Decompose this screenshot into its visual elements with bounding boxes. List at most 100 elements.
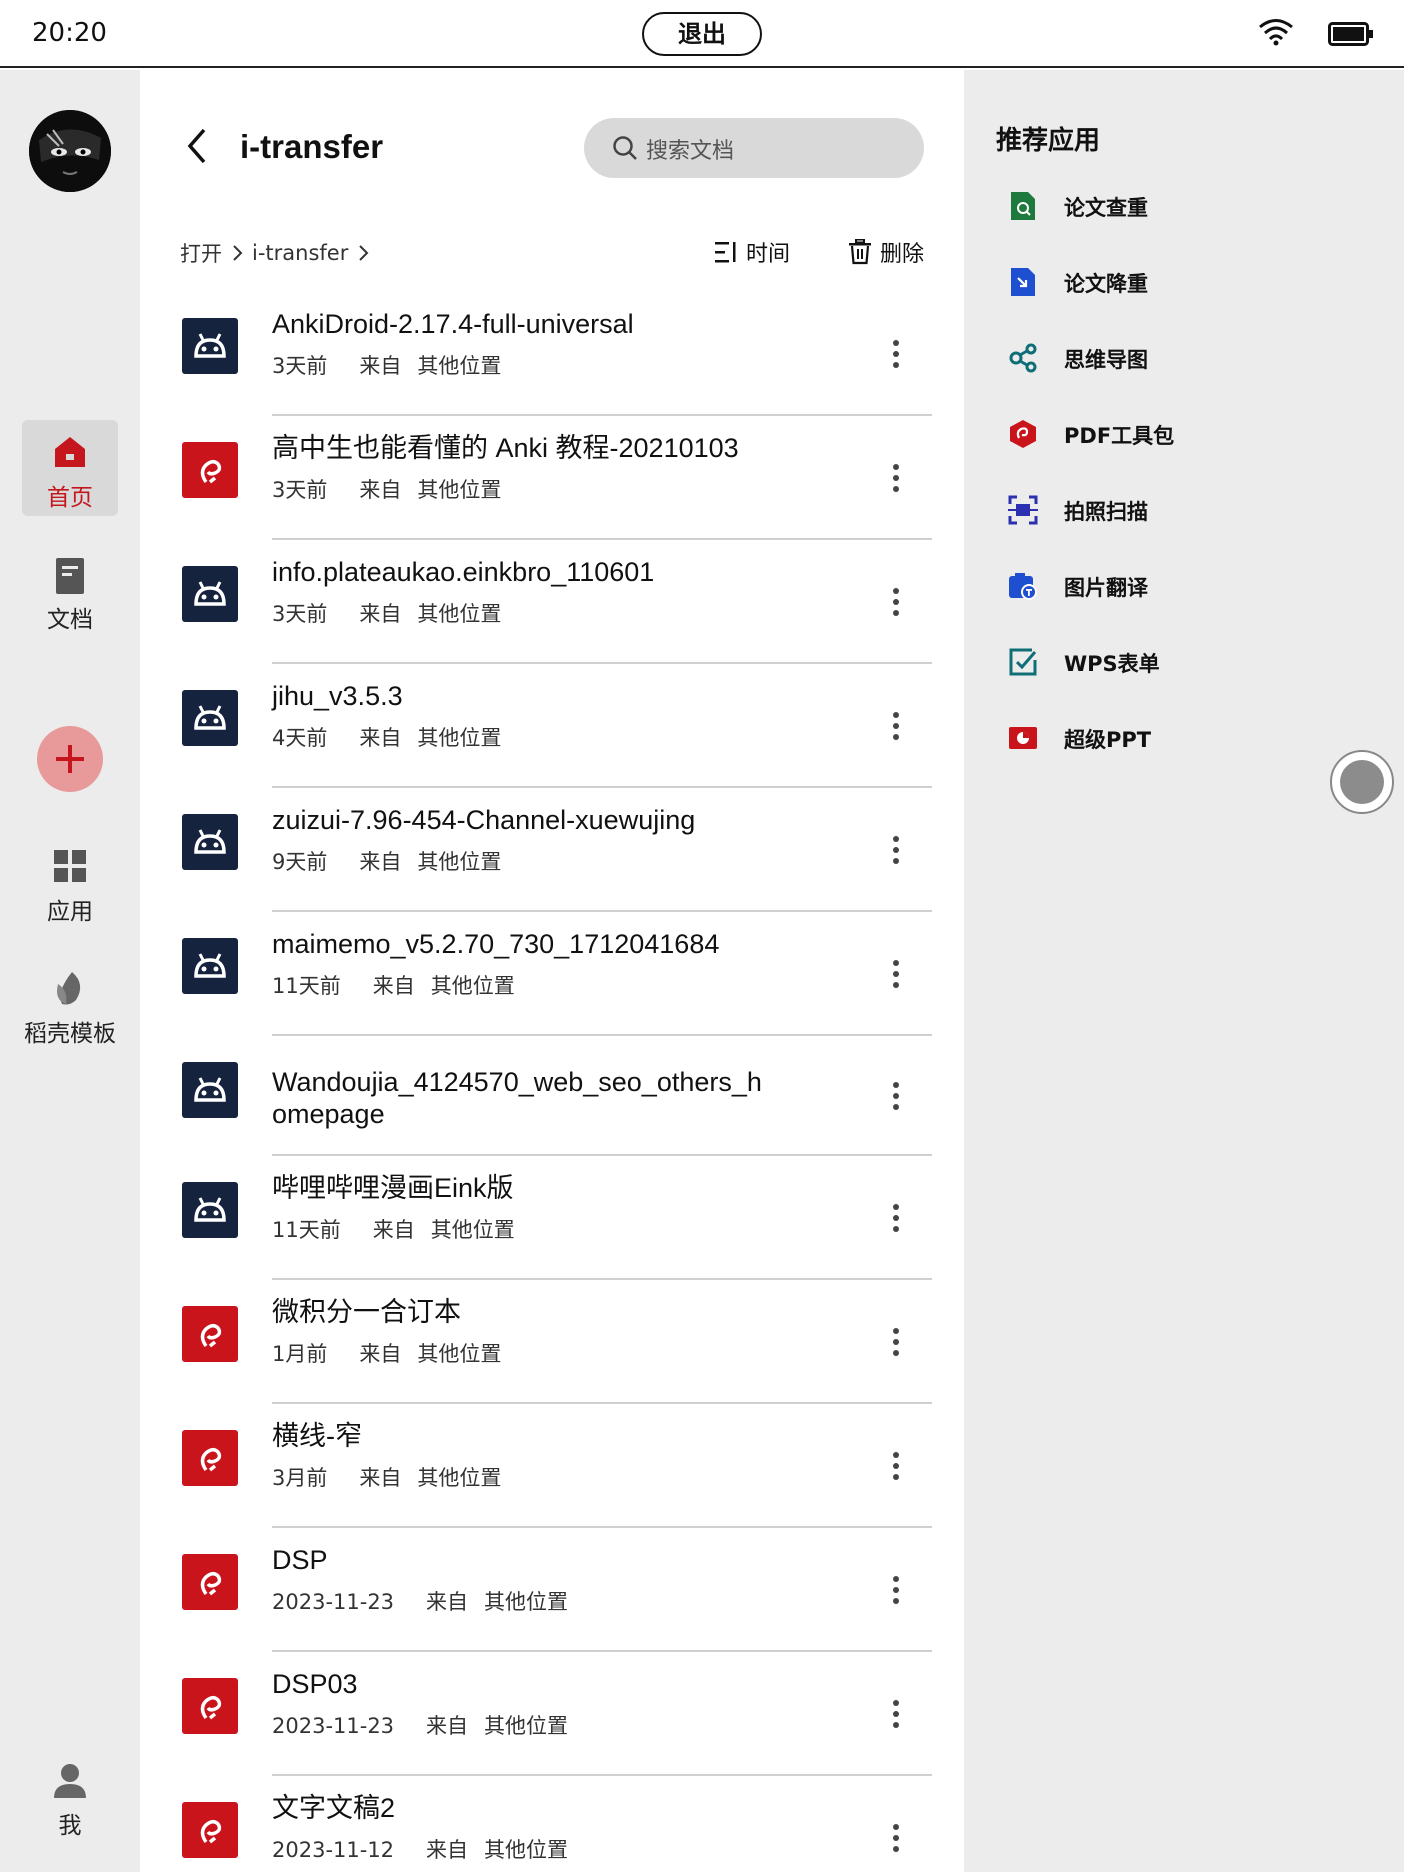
file-time: 2023-11-12 xyxy=(272,1838,395,1862)
app-image-translate[interactable]: 图片翻译 xyxy=(1008,564,1368,608)
chevron-right-icon xyxy=(359,245,369,261)
file-from-label: 来自 xyxy=(426,1714,469,1738)
app-pdf-toolkit-label: PDF工具包 xyxy=(1064,424,1175,448)
android-apk-icon xyxy=(182,690,238,746)
image-translate-icon xyxy=(1009,573,1037,600)
back-arrow-icon[interactable] xyxy=(182,126,212,166)
android-apk-icon xyxy=(182,1062,238,1118)
sort-time-button[interactable]: 时间 xyxy=(714,236,790,268)
file-from-label: 来自 xyxy=(372,974,415,998)
android-apk-icon xyxy=(182,566,238,622)
more-options-icon[interactable] xyxy=(884,1200,908,1236)
nav-templates-label: 稻壳模板 xyxy=(24,1021,116,1047)
file-row[interactable]: info.plateaukao.einkbro_110601 3天前 来自 其他位置 xyxy=(140,540,964,664)
nav-documents-label: 文档 xyxy=(47,607,93,633)
file-row[interactable]: 横线-窄 3月前 来自 其他位置 xyxy=(140,1404,964,1528)
file-from-label: 来自 xyxy=(359,1466,402,1490)
file-location: 其他位置 xyxy=(417,354,502,378)
android-apk-icon xyxy=(182,814,238,870)
more-options-icon[interactable] xyxy=(884,460,908,496)
delete-button[interactable]: 删除 xyxy=(848,236,924,268)
file-row[interactable]: zuizui-7.96-454-Channel-xuewujing 9天前 来自 其他… xyxy=(140,788,964,912)
app-mindmap[interactable]: 思维导图 xyxy=(1008,336,1368,380)
file-row[interactable]: Wandoujia_4124570_web_seo_others_h omepa… xyxy=(140,1036,964,1156)
file-row[interactable]: jihu_v3.5.3 4天前 来自 其他位置 xyxy=(140,664,964,788)
file-meta: 2023-11-12 来自 其他位置 xyxy=(272,1834,568,1864)
nav-home-label: 首页 xyxy=(47,485,93,511)
file-time: 11天前 xyxy=(272,974,341,998)
exit-button[interactable]: 退出 xyxy=(642,12,762,56)
battery-icon xyxy=(1328,22,1373,46)
file-name: DSP03 xyxy=(272,1669,358,1699)
breadcrumb-item-open[interactable]: 打开 xyxy=(180,238,222,268)
more-options-icon[interactable] xyxy=(884,1820,908,1856)
file-meta: 3天前 来自 其他位置 xyxy=(272,598,501,628)
file-from-label: 来自 xyxy=(359,602,402,626)
nav-templates[interactable]: 稻壳模板 xyxy=(22,956,118,1052)
file-location: 其他位置 xyxy=(484,1838,569,1862)
left-nav: 首页 文档 应用 稻壳模板 我 xyxy=(0,70,140,1872)
file-name: 横线-窄 xyxy=(272,1421,362,1451)
nav-apps[interactable]: 应用 xyxy=(22,834,118,930)
more-options-icon[interactable] xyxy=(884,584,908,620)
search-input[interactable]: 搜索文档 xyxy=(584,118,924,178)
home-icon xyxy=(55,437,85,467)
avatar[interactable] xyxy=(29,110,111,192)
file-row[interactable]: DSP 2023-11-23 来自 其他位置 xyxy=(140,1528,964,1652)
scan-icon xyxy=(1008,495,1038,525)
file-time: 3天前 xyxy=(272,478,328,502)
more-options-icon[interactable] xyxy=(884,1078,908,1114)
pdf-file-icon xyxy=(182,1430,238,1486)
file-meta: 4天前 来自 其他位置 xyxy=(272,722,501,752)
add-button[interactable] xyxy=(37,726,103,792)
plus-icon xyxy=(56,745,84,773)
file-name: zuizui-7.96-454-Channel-xuewujing xyxy=(272,805,696,835)
app-pdf-toolkit[interactable]: PDF工具包 xyxy=(1008,412,1368,456)
file-location: 其他位置 xyxy=(484,1590,569,1614)
app-scan[interactable]: 拍照扫描 xyxy=(1008,488,1368,532)
more-options-icon[interactable] xyxy=(884,1324,908,1360)
file-time: 2023-11-23 xyxy=(272,1714,395,1738)
more-options-icon[interactable] xyxy=(884,336,908,372)
pdf-file-icon xyxy=(182,1802,238,1858)
file-location: 其他位置 xyxy=(484,1714,569,1738)
app-wps-form-label: WPS表单 xyxy=(1064,652,1160,676)
file-row[interactable]: 文字文稿2 2023-11-12 来自 其他位置 xyxy=(140,1776,964,1872)
floating-assist-button[interactable] xyxy=(1330,750,1394,814)
app-wps-form[interactable]: WPS表单 xyxy=(1008,640,1368,684)
file-meta: 11天前 来自 其他位置 xyxy=(272,1214,515,1244)
file-location: 其他位置 xyxy=(417,726,502,750)
app-scan-label: 拍照扫描 xyxy=(1064,500,1148,524)
file-row[interactable]: maimemo_v5.2.70_730_1712041684 11天前 来自 其他位置 xyxy=(140,912,964,1036)
paper-check-icon xyxy=(1011,192,1035,220)
file-location: 其他位置 xyxy=(417,602,502,626)
nav-documents[interactable]: 文档 xyxy=(22,542,118,638)
file-row[interactable]: DSP03 2023-11-23 来自 其他位置 xyxy=(140,1652,964,1776)
more-options-icon[interactable] xyxy=(884,1572,908,1608)
more-options-icon[interactable] xyxy=(884,1696,908,1732)
file-from-label: 来自 xyxy=(359,1342,402,1366)
nav-me[interactable]: 我 xyxy=(22,1748,118,1844)
file-meta: 3月前 来自 其他位置 xyxy=(272,1462,501,1492)
file-row[interactable]: 哔哩哔哩漫画Eink版 11天前 来自 其他位置 xyxy=(140,1156,964,1280)
file-meta: 9天前 来自 其他位置 xyxy=(272,846,501,876)
breadcrumb-item-current[interactable]: i-transfer xyxy=(252,241,348,265)
app-super-ppt[interactable]: 超级PPT xyxy=(1008,716,1368,760)
file-row[interactable]: 高中生也能看懂的 Anki 教程-20210103 3天前 来自 其他位置 xyxy=(140,416,964,540)
app-paper-check[interactable]: 论文查重 xyxy=(1008,184,1368,228)
file-row[interactable]: AnkiDroid-2.17.4-full-universal 3天前 来自 其他位置 xyxy=(140,292,964,416)
nav-home[interactable]: 首页 xyxy=(22,420,118,516)
app-paper-reduce[interactable]: 论文降重 xyxy=(1008,260,1368,304)
file-name: maimemo_v5.2.70_730_1712041684 xyxy=(272,929,720,959)
nav-me-label: 我 xyxy=(58,1813,82,1839)
form-icon xyxy=(1009,648,1037,676)
file-row[interactable]: 微积分一合订本 1月前 来自 其他位置 xyxy=(140,1280,964,1404)
more-options-icon[interactable] xyxy=(884,708,908,744)
more-options-icon[interactable] xyxy=(884,1448,908,1484)
recommended-apps-title: 推荐应用 xyxy=(996,126,1101,156)
person-icon xyxy=(54,1764,86,1798)
delete-label: 删除 xyxy=(880,242,925,267)
more-options-icon[interactable] xyxy=(884,956,908,992)
file-time: 2023-11-23 xyxy=(272,1590,395,1614)
more-options-icon[interactable] xyxy=(884,832,908,868)
